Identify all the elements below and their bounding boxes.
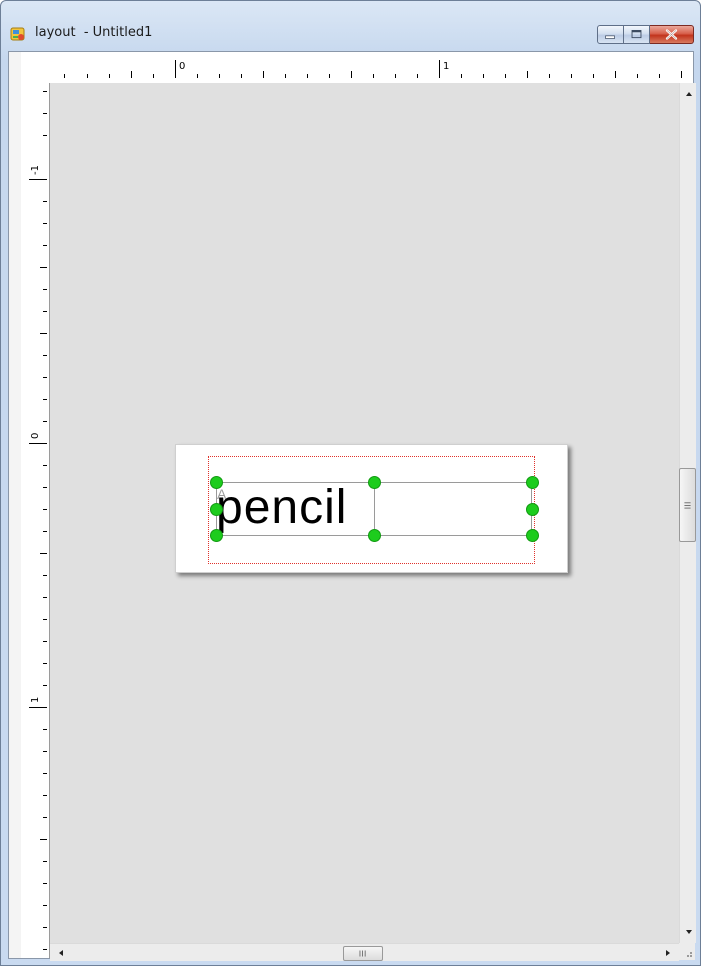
vertical-scrollbar[interactable] — [679, 83, 696, 943]
resize-handle-top-center[interactable] — [368, 476, 381, 489]
resize-handle-bottom-right[interactable] — [526, 529, 539, 542]
horizontal-scroll-thumb[interactable] — [343, 946, 383, 961]
scroll-down-icon[interactable] — [684, 927, 694, 937]
scroll-up-icon[interactable] — [684, 89, 694, 99]
hruler-label-0: 0 — [179, 61, 185, 72]
horizontal-thumb-grip-icon — [359, 950, 366, 957]
resize-handle-top-left[interactable] — [210, 476, 223, 489]
label-paper[interactable]: pencil A — [175, 444, 568, 573]
resize-handle-top-right[interactable] — [526, 476, 539, 489]
vruler-label-1: 1 — [30, 697, 41, 703]
minimize-icon — [605, 35, 615, 39]
vertical-thumb-grip-icon — [684, 502, 691, 509]
close-button[interactable] — [650, 25, 694, 44]
vruler-label-0: 0 — [30, 433, 41, 439]
vruler-label-neg1: -1 — [30, 165, 41, 175]
text-object[interactable]: pencil — [216, 481, 532, 536]
scroll-left-icon[interactable] — [56, 948, 66, 958]
vertical-ruler-ticks: -1 0 1 — [29, 91, 47, 950]
maximize-icon — [631, 30, 642, 39]
resize-handle-bottom-left[interactable] — [210, 529, 223, 542]
window-title: layout - Untitled1 — [35, 25, 153, 40]
resize-handle-middle-right[interactable] — [526, 503, 539, 516]
vertical-scroll-thumb[interactable] — [679, 468, 696, 542]
text-frame-mid — [374, 483, 375, 535]
hruler-label-1: 1 — [443, 61, 449, 72]
document-area: 0 1 -1 0 1 pencil A — [8, 51, 696, 961]
size-grip-icon — [687, 952, 692, 957]
horizontal-ruler[interactable]: 0 1 — [21, 52, 693, 84]
title-bar[interactable]: layout - Untitled1 — [1, 1, 700, 51]
label-text[interactable]: pencil — [216, 481, 347, 535]
horizontal-ruler-ticks: 0 1 — [64, 60, 682, 78]
resize-handle-middle-left[interactable] — [210, 503, 223, 516]
layout-app-icon — [10, 27, 25, 41]
caption-buttons — [597, 25, 694, 44]
app-window: layout - Untitled1 0 1 -1 0 1 pencil A — [0, 0, 701, 966]
scroll-right-icon[interactable] — [663, 948, 673, 958]
resize-handle-bottom-center[interactable] — [368, 529, 381, 542]
maximize-button[interactable] — [624, 25, 650, 44]
layout-canvas[interactable]: pencil A — [50, 83, 679, 943]
horizontal-scrollbar[interactable] — [50, 943, 679, 961]
close-icon — [665, 29, 678, 40]
minimize-button[interactable] — [597, 25, 624, 44]
size-grip[interactable] — [679, 943, 695, 960]
vertical-ruler[interactable]: -1 0 1 — [21, 83, 50, 958]
